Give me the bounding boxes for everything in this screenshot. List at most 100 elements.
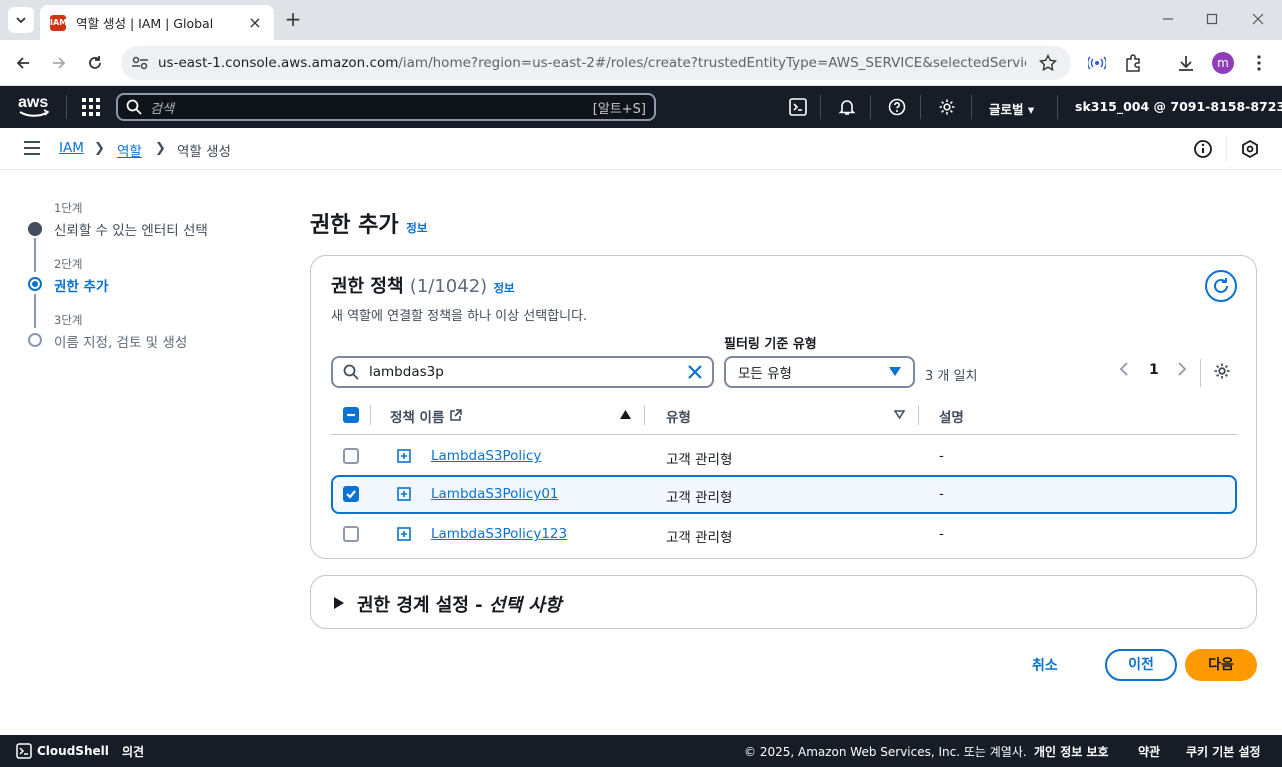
previous-button[interactable]: 이전 <box>1105 649 1177 681</box>
downloads-button[interactable] <box>1175 52 1197 74</box>
policy-name-link[interactable]: LambdaS3Policy01 <box>431 486 559 502</box>
minimize-icon <box>1163 18 1173 20</box>
row-checkbox[interactable] <box>343 526 359 542</box>
nav-divider <box>920 95 921 119</box>
browser-tab[interactable]: IAM 역할 생성 | IAM | Global × <box>40 5 274 40</box>
table-row[interactable]: LambdaS3Policy 고객 관리형 - <box>331 437 1237 475</box>
breadcrumb-bar: IAM ❯ 역할 ❯ 역할 생성 <box>0 128 1282 170</box>
close-icon <box>1252 13 1264 25</box>
address-bar[interactable]: us-east-1.console.aws.amazon.com/iam/hom… <box>121 46 1071 80</box>
cloudshell-footer-button[interactable]: CloudShell <box>16 743 109 759</box>
filter-type-select[interactable]: 모든 유형 <box>724 356 915 388</box>
maximize-button[interactable] <box>1202 9 1222 29</box>
clear-icon[interactable] <box>688 365 702 379</box>
step-3-marker <box>28 333 42 347</box>
page-info-link[interactable]: 정보 <box>406 221 427 235</box>
region-selector[interactable]: 글로벌 ▾ <box>989 99 1034 118</box>
info-icon[interactable] <box>1193 139 1213 159</box>
policies-info-link[interactable]: 정보 <box>493 281 514 295</box>
select-all-checkbox[interactable] <box>343 407 359 423</box>
cloudshell-button[interactable] <box>787 96 809 118</box>
feedback-link[interactable]: 의견 <box>122 743 144 760</box>
chevron-left-icon <box>1119 362 1128 376</box>
site-settings-icon[interactable] <box>131 55 149 71</box>
sort-ascending-icon[interactable] <box>620 410 631 419</box>
expand-row-icon[interactable] <box>397 487 411 501</box>
nav-divider <box>870 95 871 119</box>
table-row[interactable]: LambdaS3Policy123 고객 관리형 - <box>331 515 1237 553</box>
help-button[interactable] <box>886 96 908 118</box>
permissions-boundary-expander[interactable]: 권한 경계 설정 - 선택 사항 <box>310 575 1257 629</box>
close-tab-icon[interactable]: × <box>246 13 264 32</box>
refresh-button[interactable] <box>1205 270 1237 302</box>
panel-title-text: 권한 정책 <box>331 276 404 297</box>
gear-icon <box>1214 363 1230 379</box>
privacy-link[interactable]: 개인 정보 보호 <box>1034 743 1109 760</box>
settings-button[interactable] <box>936 96 958 118</box>
account-menu[interactable]: sk315_004 @ 7091-8158-8723 ▾ <box>1075 99 1282 114</box>
chevron-right-icon: ❯ <box>94 141 105 156</box>
next-button[interactable]: 다음 <box>1185 649 1257 681</box>
arrow-left-icon <box>16 57 29 69</box>
step-1-link[interactable]: 신뢰할 수 있는 엔터티 선택 <box>54 219 208 239</box>
back-button[interactable] <box>12 52 34 74</box>
column-header-type[interactable]: 유형 <box>666 406 691 426</box>
expand-row-icon[interactable] <box>397 449 411 463</box>
policy-search-input[interactable]: lambdas3p <box>331 356 714 388</box>
reload-button[interactable] <box>84 52 106 74</box>
notifications-button[interactable] <box>836 96 858 118</box>
cloudshell-label: CloudShell <box>37 744 109 758</box>
next-page-button[interactable] <box>1177 362 1187 380</box>
cookie-preferences-link[interactable]: 쿠키 기본 설정 <box>1186 743 1261 760</box>
minimize-button[interactable] <box>1158 9 1178 29</box>
close-window-button[interactable] <box>1248 9 1268 29</box>
expand-row-icon[interactable] <box>397 527 411 541</box>
services-grid-icon[interactable] <box>82 98 100 116</box>
url-text: us-east-1.console.aws.amazon.com/iam/hom… <box>158 55 1026 71</box>
column-header-description[interactable]: 설명 <box>939 406 964 426</box>
hexagon-settings-icon[interactable] <box>1240 139 1260 159</box>
table-preferences-button[interactable] <box>1213 362 1231 384</box>
terms-link[interactable]: 약관 <box>1138 743 1160 760</box>
browser-menu-button[interactable] <box>1248 52 1270 74</box>
forward-button[interactable] <box>48 52 70 74</box>
bookmark-star-icon[interactable] <box>1039 54 1057 72</box>
cancel-button[interactable]: 취소 <box>1032 655 1058 675</box>
step-3-label: 이름 지정, 검토 및 생성 <box>54 335 188 351</box>
profile-avatar[interactable]: m <box>1212 52 1234 74</box>
aws-top-navigation: aws 검색 [알트+S] 글로벌 ▾ sk315_004 @ 7091-815… <box>0 86 1282 128</box>
policy-type: 고객 관리형 <box>666 530 733 546</box>
menu-icon[interactable] <box>24 141 40 155</box>
row-checkbox[interactable] <box>343 486 359 502</box>
step-2-marker <box>28 277 42 291</box>
aws-logo[interactable]: aws <box>17 92 51 120</box>
new-tab-button[interactable]: + <box>282 7 304 31</box>
column-divider <box>644 405 645 425</box>
policy-name-link[interactable]: LambdaS3Policy123 <box>431 526 567 542</box>
table-row-selected[interactable]: LambdaS3Policy01 고객 관리형 - <box>331 475 1237 514</box>
broadcast-icon <box>1088 56 1106 70</box>
breadcrumb-roles[interactable]: 역할 <box>117 140 142 160</box>
policy-type: 고객 관리형 <box>666 490 733 506</box>
column-header-policy-name[interactable]: 정책 이름 <box>390 406 462 426</box>
aws-favicon-icon: IAM <box>50 14 67 31</box>
policy-name-link[interactable]: LambdaS3Policy <box>431 448 541 464</box>
extension-aws-button[interactable] <box>1086 52 1108 74</box>
search-placeholder: 검색 <box>150 101 174 117</box>
boundary-title-text: 권한 경계 설정 - <box>357 595 489 616</box>
tab-search-button[interactable] <box>8 7 34 33</box>
previous-page-button[interactable] <box>1119 362 1129 380</box>
page-number[interactable]: 1 <box>1149 362 1159 378</box>
step-1-marker <box>28 222 42 236</box>
chevron-right-icon: ❯ <box>155 141 166 156</box>
breadcrumb-iam[interactable]: IAM <box>59 140 84 156</box>
caret-down-icon <box>889 367 901 376</box>
breadcrumb-current: 역할 생성 <box>177 144 231 160</box>
extensions-button[interactable] <box>1122 52 1144 74</box>
page-title-text: 권한 추가 <box>310 213 399 238</box>
sort-icon[interactable] <box>894 410 905 419</box>
aws-search-input[interactable]: 검색 [알트+S] <box>116 93 656 121</box>
step-3-number: 3단계 <box>54 313 83 327</box>
row-checkbox[interactable] <box>343 448 359 464</box>
policy-description: - <box>939 486 944 502</box>
